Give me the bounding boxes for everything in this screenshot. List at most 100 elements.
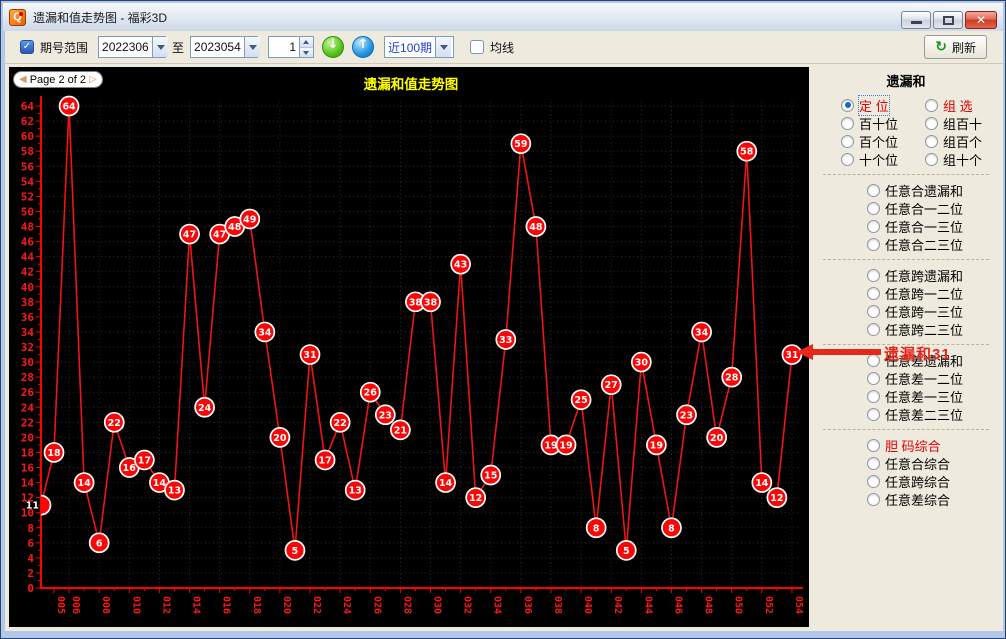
radio-icon[interactable]: [925, 99, 938, 112]
radio-icon[interactable]: [867, 372, 880, 385]
radio-option[interactable]: 组 选: [925, 96, 1003, 114]
radio-icon[interactable]: [867, 439, 880, 452]
page-prev-icon[interactable]: ◀: [19, 75, 27, 85]
radio-label: 任意跨综合: [885, 472, 950, 491]
radio-option[interactable]: 任意差遗漏和: [867, 351, 1003, 369]
svg-text:58: 58: [740, 147, 754, 158]
svg-text:052: 052: [763, 596, 774, 614]
radio-icon[interactable]: [867, 390, 880, 403]
radio-option[interactable]: 百十位: [841, 114, 925, 132]
radio-icon[interactable]: [867, 323, 880, 336]
radio-option[interactable]: 十个位: [841, 150, 925, 168]
svg-text:26: 26: [364, 388, 378, 399]
svg-text:008: 008: [100, 596, 111, 614]
radio-label: 任意差遗漏和: [885, 351, 963, 370]
chevron-down-icon[interactable]: [244, 37, 260, 57]
radio-icon[interactable]: [867, 354, 880, 367]
svg-text:46: 46: [21, 236, 35, 249]
svg-text:6: 6: [27, 537, 34, 550]
radio-icon[interactable]: [841, 117, 854, 130]
step-spinner[interactable]: 1: [268, 36, 314, 58]
radio-icon[interactable]: [867, 238, 880, 251]
radio-icon[interactable]: [925, 135, 938, 148]
maximize-button[interactable]: [933, 11, 963, 29]
radio-group: 定 位组 选百十位组百十百个位组百个十个位组十个: [809, 96, 1003, 168]
chart-panel: ◀ Page 2 of 2 ▷ 024681012141618202224262…: [9, 67, 809, 627]
radio-icon[interactable]: [867, 475, 880, 488]
radio-icon[interactable]: [925, 117, 938, 130]
radio-icon[interactable]: [867, 269, 880, 282]
period-from-select[interactable]: 2022306: [98, 36, 166, 58]
svg-text:12: 12: [469, 493, 482, 504]
radio-icon[interactable]: [867, 493, 880, 506]
svg-text:17: 17: [138, 455, 151, 466]
radio-option[interactable]: 任意跨综合: [867, 472, 1003, 490]
radio-option[interactable]: 任意跨二三位: [867, 320, 1003, 338]
client-area: ◀ Page 2 of 2 ▷ 024681012141618202224262…: [5, 64, 1003, 631]
minimize-button[interactable]: [901, 11, 931, 29]
radio-icon[interactable]: [841, 135, 854, 148]
svg-text:5: 5: [623, 546, 630, 557]
trend-chart: 0246810121416182022242628303234363840424…: [9, 67, 809, 627]
svg-text:048: 048: [703, 596, 714, 614]
radio-option[interactable]: 胆 码综合: [867, 436, 1003, 454]
shift-down-button[interactable]: ↓: [322, 36, 344, 58]
radio-option[interactable]: 任意合遗漏和: [867, 181, 1003, 199]
period-to-select[interactable]: 2023054: [190, 36, 258, 58]
radio-option[interactable]: 任意跨一二位: [867, 284, 1003, 302]
page-next-icon[interactable]: ▷: [89, 75, 97, 85]
ma-label: 均线: [490, 39, 514, 56]
radio-option[interactable]: 任意差一三位: [867, 387, 1003, 405]
svg-text:14: 14: [755, 478, 769, 489]
svg-text:016: 016: [221, 596, 232, 614]
radio-icon[interactable]: [841, 99, 854, 112]
chevron-down-icon[interactable]: [435, 37, 451, 57]
radio-option[interactable]: 任意合一三位: [867, 217, 1003, 235]
recent-periods-select[interactable]: 近100期: [384, 36, 454, 58]
radio-label: 组百十: [943, 114, 982, 133]
svg-text:20: 20: [273, 433, 287, 444]
radio-option[interactable]: 组百个: [925, 132, 1003, 150]
radio-icon[interactable]: [867, 305, 880, 318]
period-range-checkbox[interactable]: ✓: [20, 40, 34, 54]
chevron-down-icon[interactable]: [152, 37, 168, 57]
radio-option[interactable]: 百个位: [841, 132, 925, 150]
radio-option[interactable]: 组百十: [925, 114, 1003, 132]
shift-up-button[interactable]: ↑: [352, 36, 374, 58]
radio-option[interactable]: 任意差二三位: [867, 405, 1003, 423]
svg-text:43: 43: [454, 260, 467, 271]
svg-text:020: 020: [281, 596, 292, 614]
radio-option[interactable]: 组十个: [925, 150, 1003, 168]
ma-checkbox[interactable]: [470, 40, 484, 54]
radio-label: 任意差综合: [885, 490, 950, 509]
refresh-button[interactable]: ↻ 刷新: [924, 35, 987, 59]
radio-option[interactable]: 任意差一二位: [867, 369, 1003, 387]
svg-text:28: 28: [725, 373, 739, 384]
radio-group: 任意差遗漏和任意差一二位任意差一三位任意差二三位: [809, 351, 1003, 423]
radio-icon[interactable]: [841, 153, 854, 166]
radio-option[interactable]: 任意差综合: [867, 490, 1003, 508]
radio-option[interactable]: 任意合综合: [867, 454, 1003, 472]
radio-icon[interactable]: [867, 184, 880, 197]
divider: [823, 344, 989, 345]
svg-text:6: 6: [96, 538, 103, 549]
radio-icon[interactable]: [867, 202, 880, 215]
svg-text:034: 034: [492, 596, 503, 614]
close-button[interactable]: ✕: [965, 11, 997, 29]
radio-label: 任意合一二位: [885, 199, 963, 218]
radio-icon[interactable]: [867, 408, 880, 421]
radio-icon[interactable]: [867, 287, 880, 300]
spin-down-button[interactable]: [300, 48, 313, 58]
svg-text:64: 64: [62, 102, 76, 113]
page-nav[interactable]: ◀ Page 2 of 2 ▷: [13, 71, 103, 88]
radio-option[interactable]: 任意跨遗漏和: [867, 266, 1003, 284]
radio-option[interactable]: 任意合二三位: [867, 235, 1003, 253]
radio-icon[interactable]: [867, 220, 880, 233]
radio-option[interactable]: 任意跨一三位: [867, 302, 1003, 320]
svg-text:59: 59: [514, 139, 527, 150]
radio-option[interactable]: 定 位: [841, 96, 925, 114]
radio-icon[interactable]: [867, 457, 880, 470]
radio-icon[interactable]: [925, 153, 938, 166]
spin-up-button[interactable]: [300, 37, 313, 48]
radio-option[interactable]: 任意合一二位: [867, 199, 1003, 217]
